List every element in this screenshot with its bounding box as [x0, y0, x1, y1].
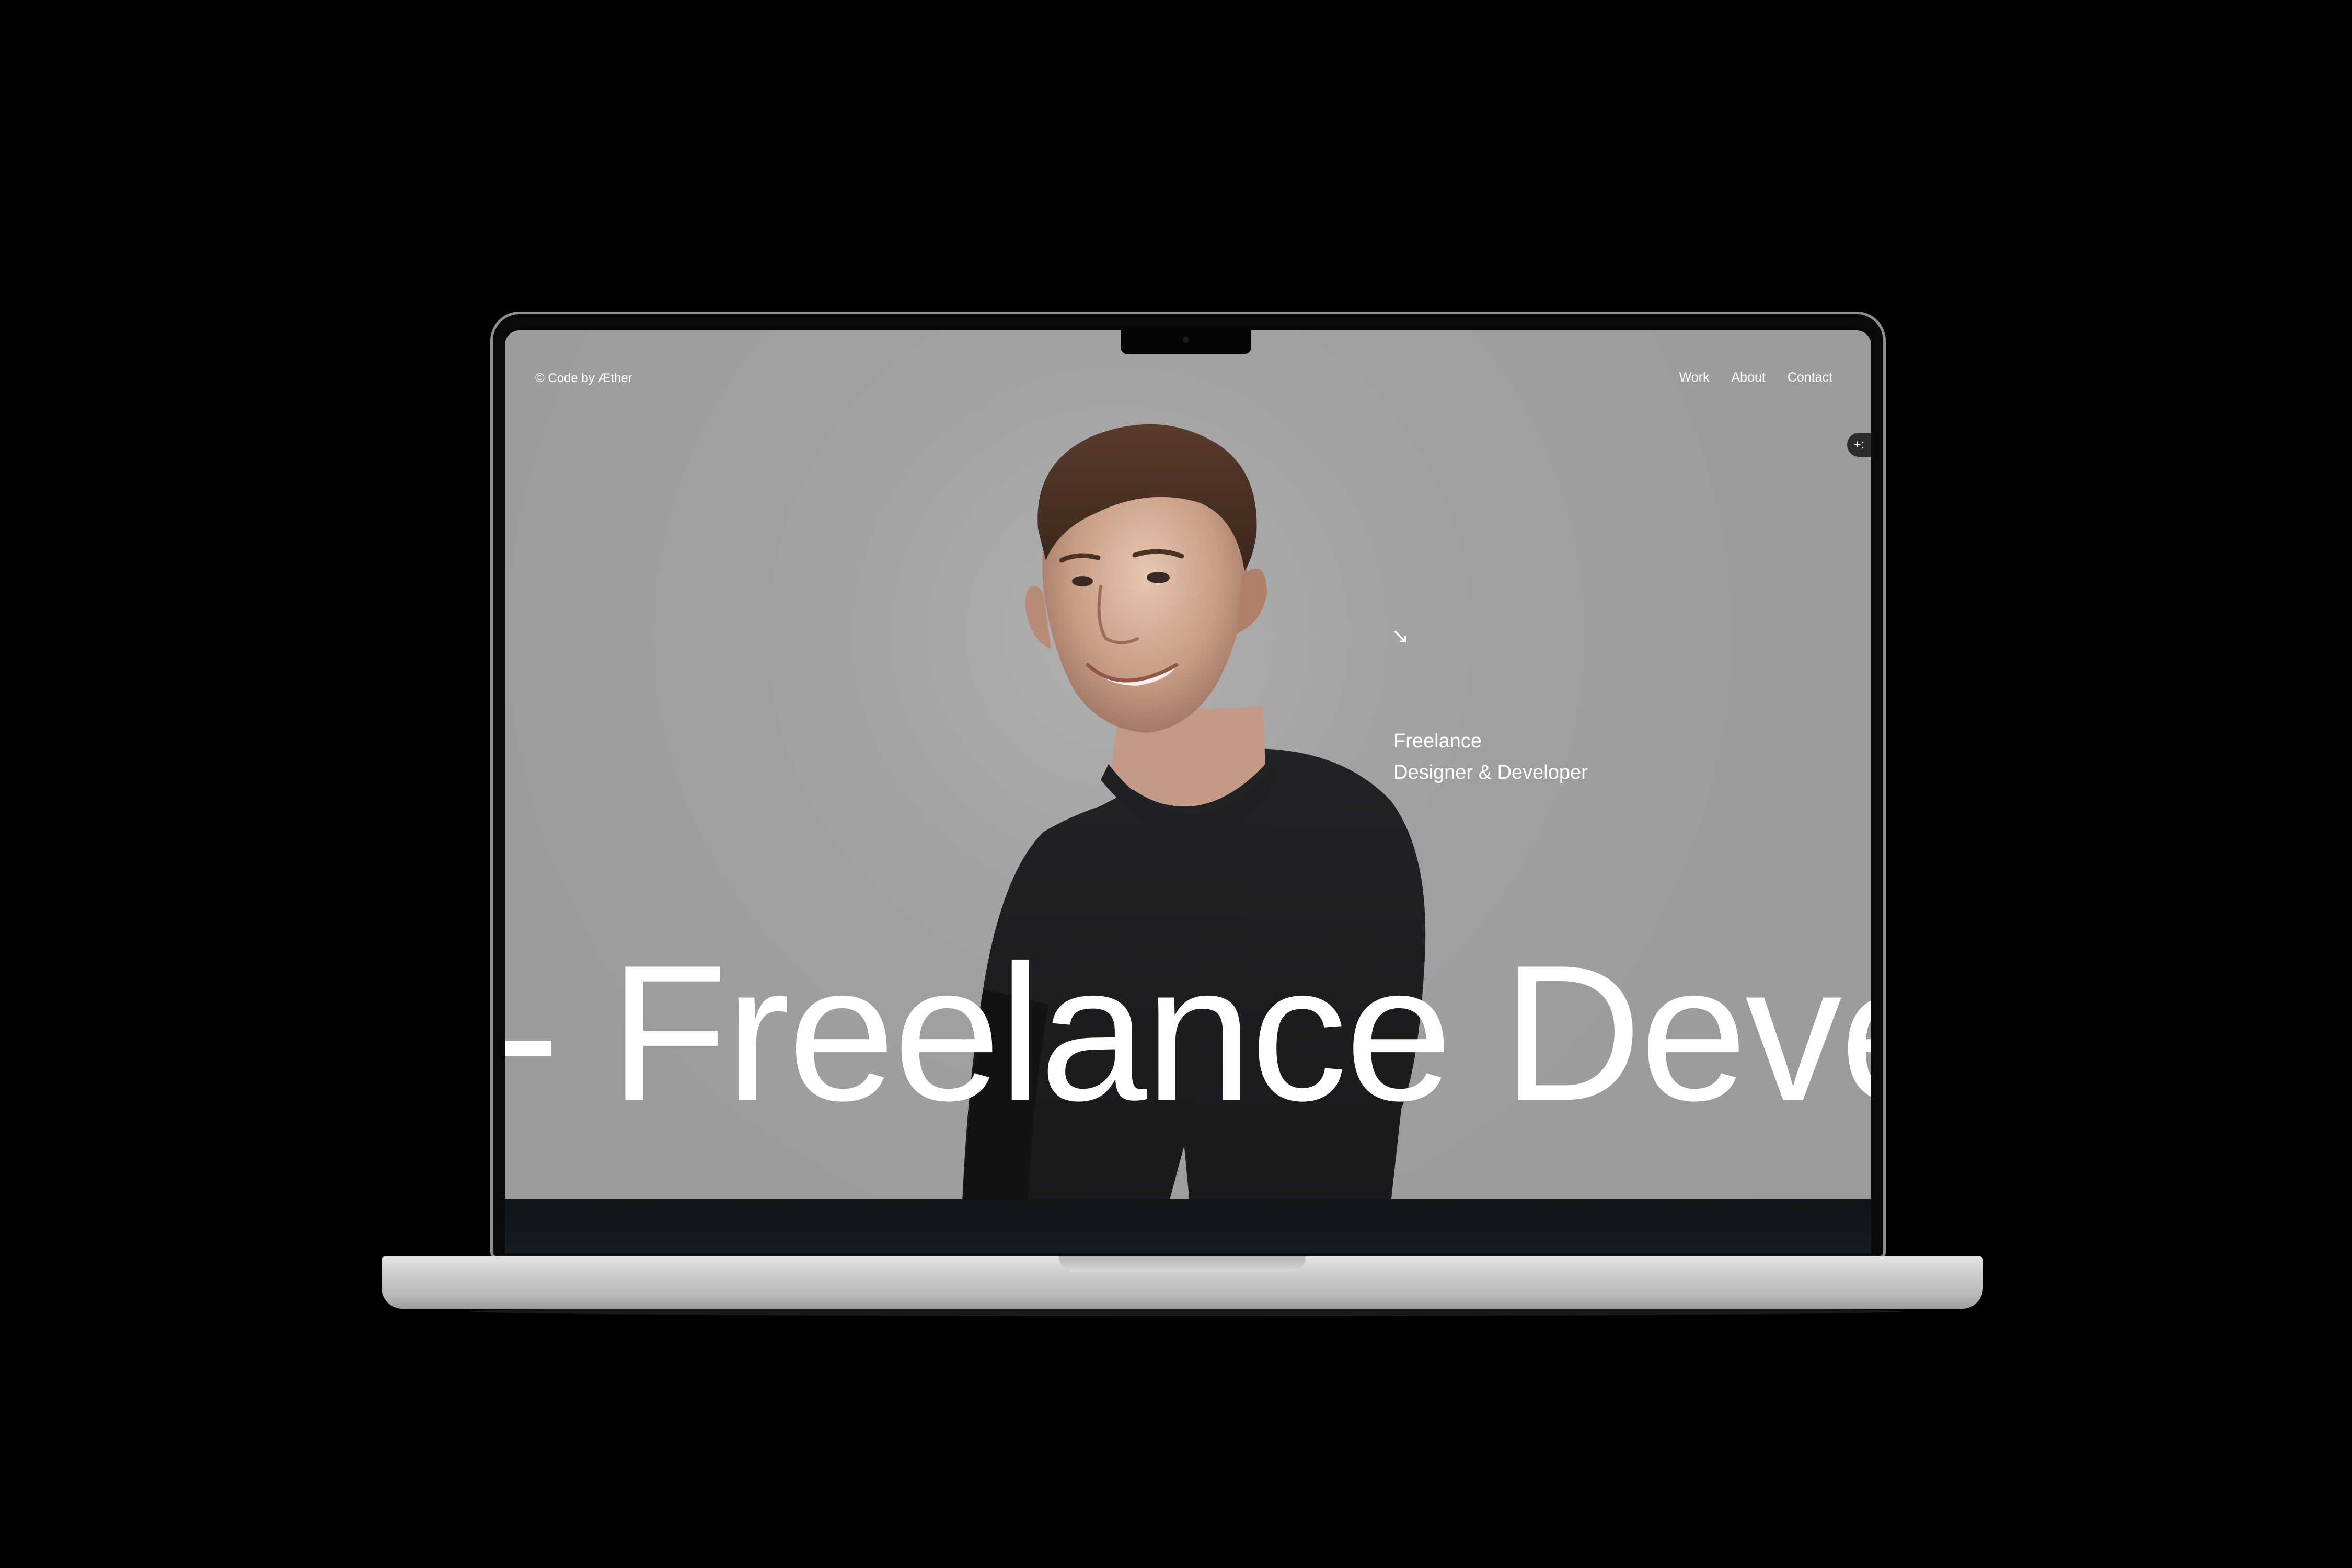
- main-nav: Work About Contact: [1679, 370, 1832, 385]
- laptop-base: [382, 1256, 1983, 1309]
- nav-link-work[interactable]: Work: [1679, 370, 1710, 385]
- lid-opening-notch: [1059, 1256, 1306, 1272]
- role-description: Freelance Designer & Developer: [1393, 725, 1588, 788]
- role-line-2: Designer & Developer: [1393, 762, 1588, 783]
- arrow-down-right-icon: ↘: [1391, 625, 1409, 648]
- mockup-stage: © Code by Æther Work About Contact +: ↘ …: [0, 0, 2352, 1568]
- camera-icon: [1183, 337, 1189, 343]
- nav-link-contact[interactable]: Contact: [1788, 370, 1832, 385]
- website-screen: © Code by Æther Work About Contact +: ↘ …: [505, 330, 1871, 1199]
- camera-notch: [1121, 329, 1251, 354]
- sparkle-chip-icon[interactable]: +:: [1847, 433, 1871, 457]
- screen-chin: [505, 1199, 1871, 1253]
- site-logo[interactable]: © Code by Æther: [535, 371, 632, 386]
- nav-link-about[interactable]: About: [1731, 370, 1765, 385]
- role-line-1: Freelance: [1393, 730, 1482, 752]
- hero-marquee-text: - Freelance Deve: [505, 925, 1871, 1141]
